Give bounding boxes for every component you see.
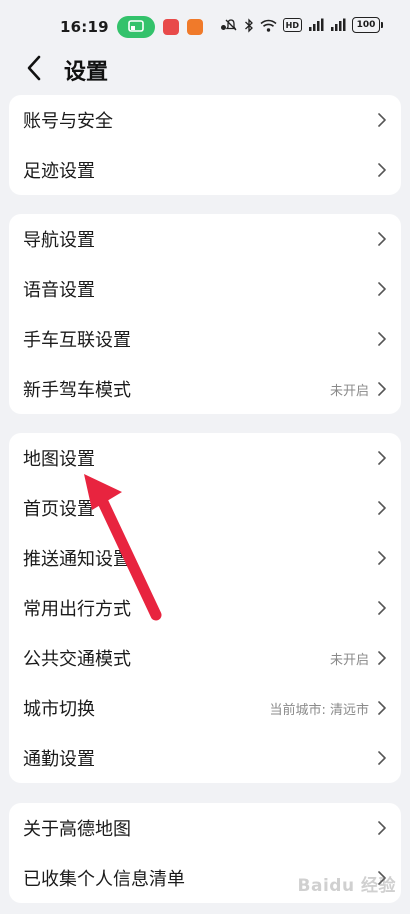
settings-group-map: 地图设置 首页设置 推送通知设置 常用出行方式 公共交通模式 未开启 城市切换 … <box>9 433 401 783</box>
chevron-right-icon <box>378 332 386 346</box>
settings-row-navigation[interactable]: 导航设置 <box>9 214 401 264</box>
status-right: HD 100 <box>224 17 383 33</box>
row-right: 未开启 <box>330 380 387 399</box>
chevron-right-icon <box>378 282 386 296</box>
app-notification-icon-2 <box>186 19 203 35</box>
row-value: 当前城市: 清远市 <box>269 702 369 718</box>
settings-row-map[interactable]: 地图设置 <box>9 433 401 483</box>
status-bar: 16:19 HD 100 <box>0 0 410 52</box>
mute-icon <box>224 17 238 33</box>
row-label: 首页设置 <box>23 499 95 520</box>
chevron-right-icon <box>378 451 386 465</box>
row-right <box>369 750 387 766</box>
settings-row-novice-driving[interactable]: 新手驾车模式 未开启 <box>9 364 401 414</box>
row-label: 通勤设置 <box>23 749 95 770</box>
row-right <box>369 112 387 128</box>
chevron-right-icon <box>378 232 386 246</box>
row-value: 未开启 <box>329 383 369 399</box>
row-right <box>369 550 387 566</box>
settings-row-public-transit[interactable]: 公共交通模式 未开启 <box>9 633 401 683</box>
settings-row-city-switch[interactable]: 城市切换 当前城市: 清远市 <box>9 683 401 733</box>
row-right <box>369 281 387 297</box>
chevron-right-icon <box>378 651 386 665</box>
row-right <box>369 331 387 347</box>
row-right <box>369 162 387 178</box>
row-right <box>369 231 387 247</box>
row-label: 足迹设置 <box>23 161 95 182</box>
row-label: 语音设置 <box>23 280 95 301</box>
chevron-left-icon <box>27 55 41 81</box>
row-label: 关于高德地图 <box>23 819 131 840</box>
row-right: 未开启 <box>330 649 387 668</box>
row-right <box>369 450 387 466</box>
chevron-right-icon <box>378 501 386 515</box>
row-label: 地图设置 <box>23 449 95 470</box>
signal-icon-2 <box>330 17 346 33</box>
settings-row-voice[interactable]: 语音设置 <box>9 264 401 314</box>
row-right <box>369 600 387 616</box>
row-label: 账号与安全 <box>23 111 113 132</box>
row-value: 未开启 <box>329 652 369 668</box>
settings-row-home[interactable]: 首页设置 <box>9 483 401 533</box>
row-label: 城市切换 <box>23 699 95 720</box>
status-time: 16:19 <box>60 18 109 36</box>
row-label: 手车互联设置 <box>23 330 131 351</box>
row-label: 已收集个人信息清单 <box>23 869 185 890</box>
row-label: 公共交通模式 <box>23 649 131 670</box>
chevron-right-icon <box>378 382 386 396</box>
row-right <box>369 500 387 516</box>
settings-row-account-security[interactable]: 账号与安全 <box>9 95 401 145</box>
page-header: 设置 <box>0 48 410 88</box>
settings-row-push-notification[interactable]: 推送通知设置 <box>9 533 401 583</box>
row-label: 导航设置 <box>23 230 95 251</box>
settings-row-footprint[interactable]: 足迹设置 <box>9 145 401 195</box>
chevron-right-icon <box>378 751 386 765</box>
chevron-right-icon <box>378 601 386 615</box>
settings-row-about[interactable]: 关于高德地图 <box>9 803 401 853</box>
row-label: 常用出行方式 <box>23 599 131 620</box>
row-right <box>369 820 387 836</box>
row-label: 推送通知设置 <box>23 549 131 570</box>
status-left: 16:19 <box>60 16 226 38</box>
chevron-right-icon <box>378 113 386 127</box>
wifi-icon <box>260 17 277 33</box>
settings-group-account: 账号与安全 足迹设置 <box>9 95 401 195</box>
chevron-right-icon <box>378 821 386 835</box>
chevron-right-icon <box>378 163 386 177</box>
settings-row-commute[interactable]: 通勤设置 <box>9 733 401 783</box>
settings-row-car-link[interactable]: 手车互联设置 <box>9 314 401 364</box>
back-button[interactable] <box>20 53 48 83</box>
watermark: Baidu 经验 <box>297 876 396 896</box>
signal-icon <box>308 17 324 33</box>
screen-cast-icon[interactable] <box>116 16 155 38</box>
settings-row-travel-mode[interactable]: 常用出行方式 <box>9 583 401 633</box>
battery-icon: 100 <box>352 17 383 33</box>
chevron-right-icon <box>378 701 386 715</box>
row-label: 新手驾车模式 <box>23 380 131 401</box>
settings-group-navigation: 导航设置 语音设置 手车互联设置 新手驾车模式 未开启 <box>9 214 401 414</box>
hd-icon: HD <box>282 18 302 32</box>
row-right: 当前城市: 清远市 <box>269 699 387 718</box>
bluetooth-icon <box>244 17 254 33</box>
page-title: 设置 <box>64 60 109 85</box>
chevron-right-icon <box>378 551 386 565</box>
app-notification-icon <box>162 19 179 35</box>
